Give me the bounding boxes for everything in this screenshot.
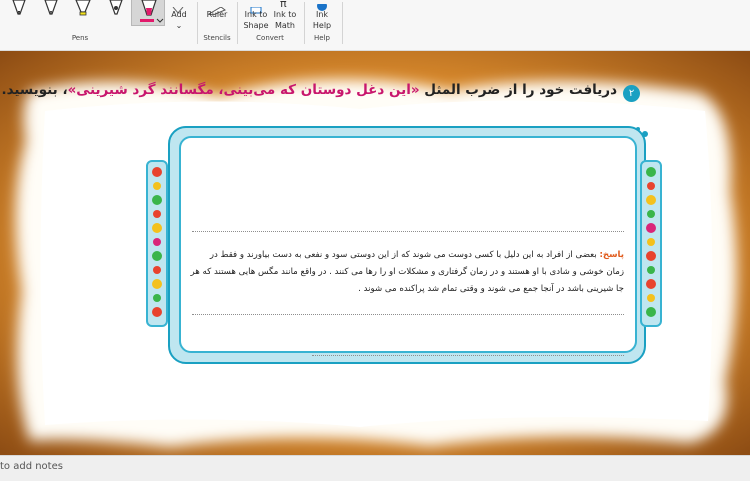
question-title: دریافت خود را از ضرب المثل «این دغل دوست… [1, 82, 617, 98]
add-notes-hint[interactable]: to add notes [0, 461, 63, 472]
title-proverb: «این دغل دوستان که می‌بینی، مگسانند گرد … [67, 82, 420, 98]
ink-to-math-line1: Ink to [273, 10, 297, 19]
pen-black-icon[interactable] [9, 0, 29, 18]
ink-to-math-line2: Math [274, 21, 295, 30]
highlighter-yellow-icon[interactable] [73, 0, 93, 18]
ink-to-math-button[interactable]: Ink to Math [270, 9, 300, 31]
divider [197, 2, 198, 44]
chevron-down-icon[interactable]: ⌄ [174, 20, 184, 31]
pens-group-label: Pens [71, 34, 89, 42]
notebook-page[interactable]: ۲ دریافت خود را از ضرب المثل «این دغل دو… [0, 51, 750, 455]
add-pen-button[interactable]: Add [170, 9, 188, 20]
question-number-badge: ۲ [623, 85, 640, 102]
answer-body: بعضی از افراد به این دلیل با کسی دوست می… [190, 250, 624, 294]
flowers-icon [646, 167, 656, 317]
dotted-line [192, 314, 624, 315]
answer-label: پاسخ: [599, 250, 624, 260]
pen-outline-icon[interactable] [41, 0, 61, 18]
ink-help-button[interactable]: Ink Help [306, 9, 338, 31]
ruler-button[interactable]: Ruler [199, 9, 235, 20]
divider [237, 2, 238, 44]
pen-pink-selected[interactable] [131, 0, 165, 26]
help-group-label: Help [314, 34, 330, 42]
answer-frame-inner[interactable] [179, 136, 637, 353]
ink-to-shape-line1: Ink to [244, 10, 268, 19]
divider [342, 2, 343, 44]
ink-to-shape-line2: Shape [243, 21, 269, 30]
pen-dark-icon[interactable] [106, 0, 126, 18]
divider [304, 2, 305, 44]
flowers-icon [152, 167, 162, 317]
title-end: ، بنویسید. [1, 82, 68, 98]
answer-text: پاسخ: بعضی از افراد به این دلیل با کسی د… [190, 247, 624, 298]
ribbon: Add ⌄ Pens Ruler Stencils Ink to Shape π… [0, 0, 750, 51]
right-floral-border [640, 160, 662, 327]
left-floral-border [146, 160, 168, 327]
stencils-group-label: Stencils [203, 34, 231, 42]
ink-help-line1: Ink [315, 10, 329, 19]
ink-to-shape-button[interactable]: Ink to Shape [239, 9, 273, 31]
title-start: دریافت خود را از ضرب المثل [419, 82, 617, 98]
ink-help-line2: Help [312, 21, 332, 30]
convert-group-label: Convert [256, 34, 284, 42]
dotted-line [312, 355, 624, 356]
status-bar: to add notes [0, 455, 750, 481]
dotted-line [192, 231, 624, 232]
